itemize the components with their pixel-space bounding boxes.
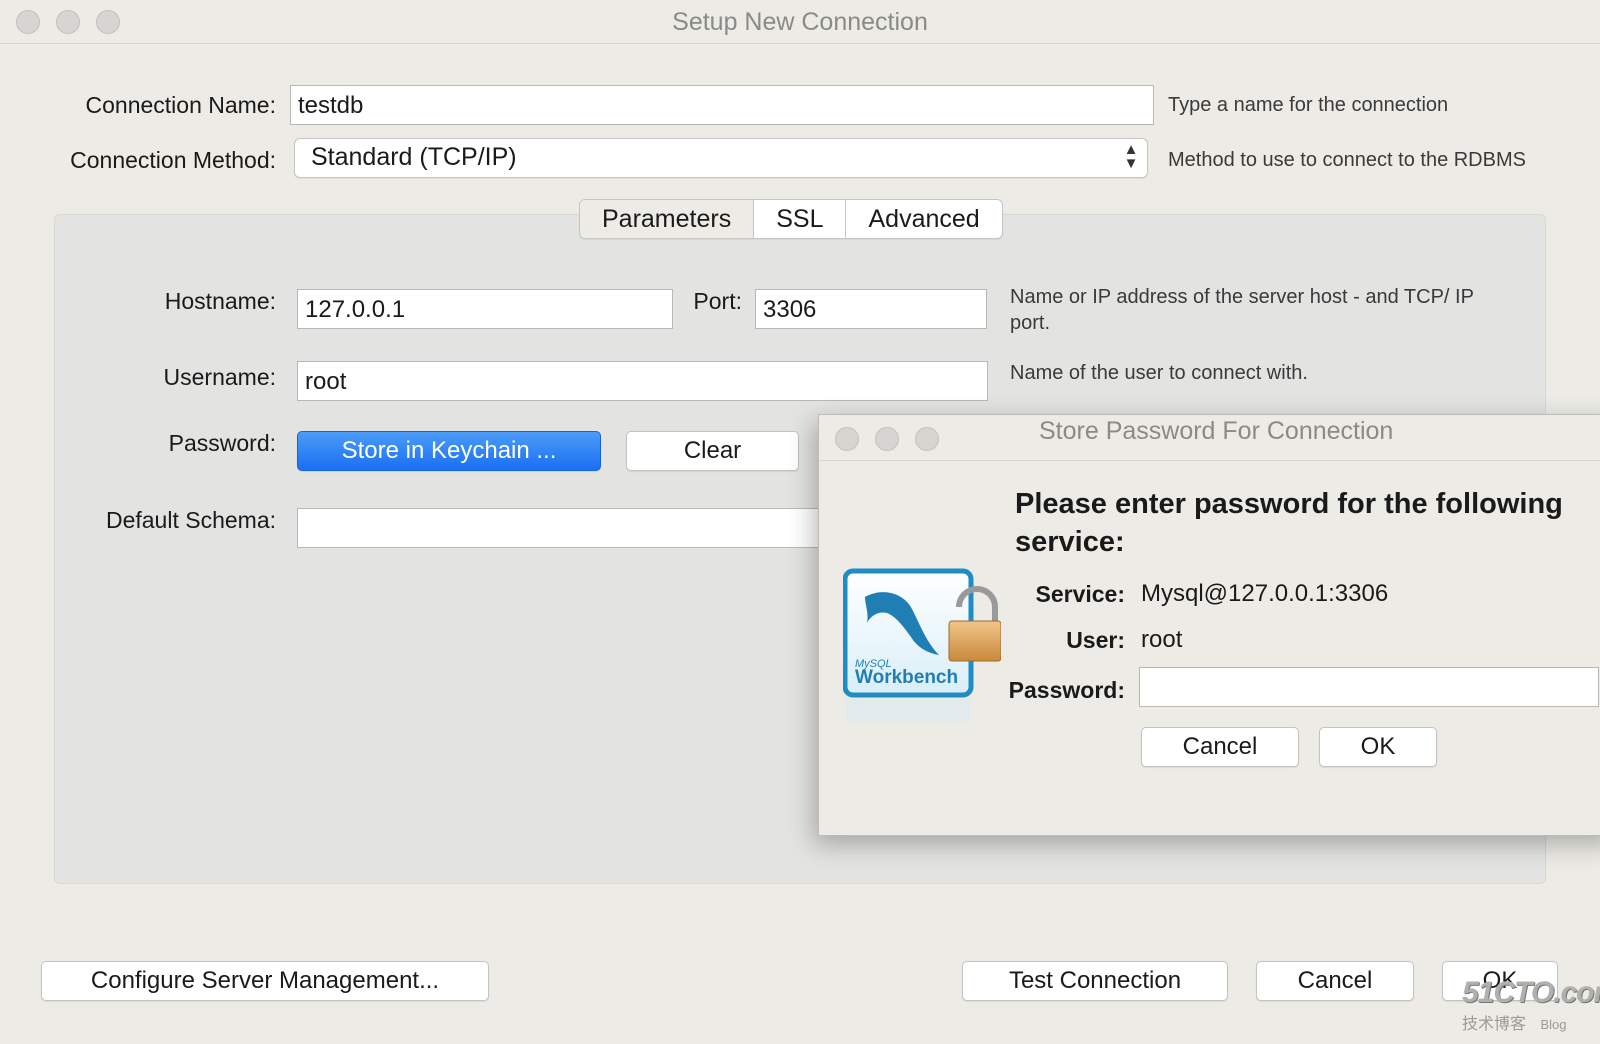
- watermark-tag: Blog: [1540, 1017, 1567, 1032]
- watermark-sub-row: 技术博客 Blog: [1462, 1010, 1600, 1034]
- username-hint: Name of the user to connect with.: [1010, 362, 1308, 384]
- service-label: Service:: [1035, 581, 1125, 607]
- tab-ssl[interactable]: SSL: [753, 200, 845, 238]
- connection-method-value: Standard (TCP/IP): [311, 143, 517, 171]
- connection-name-label: Connection Name:: [85, 92, 277, 118]
- dialog-titlebar: Store Password For Connection: [819, 415, 1600, 461]
- dialog-title: Store Password For Connection: [1039, 417, 1394, 445]
- dialog-ok-button[interactable]: OK: [1319, 727, 1437, 767]
- port-label: Port:: [693, 288, 742, 314]
- port-input[interactable]: 3306: [755, 289, 987, 329]
- hostname-label: Hostname:: [164, 288, 276, 314]
- tab-bar: Parameters SSL Advanced: [579, 199, 1003, 239]
- tab-advanced[interactable]: Advanced: [845, 200, 1001, 238]
- connection-method-label: Connection Method:: [70, 147, 276, 173]
- store-password-dialog: Store Password For Connection MySQL Work…: [818, 414, 1600, 836]
- user-label: User:: [1066, 627, 1125, 653]
- user-value: root: [1141, 626, 1183, 653]
- username-input[interactable]: root: [297, 361, 988, 401]
- default-schema-label: Default Schema:: [105, 507, 276, 533]
- dialog-heading: Please enter password for the following …: [1015, 488, 1563, 558]
- dialog-password-label: Password:: [1008, 677, 1125, 703]
- configure-server-management-button[interactable]: Configure Server Management...: [41, 961, 489, 1001]
- connection-method-select[interactable]: Standard (TCP/IP) ▲ ▼: [294, 138, 1148, 178]
- watermark: 51CTO.com 技术博客 Blog: [1462, 976, 1600, 1034]
- username-label: Username:: [163, 364, 276, 390]
- service-value: Mysql@127.0.0.1:3306: [1141, 580, 1389, 607]
- up-down-chevron-icon: ▲ ▼: [1123, 141, 1139, 172]
- connection-method-hint: Method to use to connect to the RDBMS: [1168, 149, 1526, 171]
- default-schema-input[interactable]: [297, 508, 837, 548]
- connection-name-input[interactable]: testdb: [290, 85, 1154, 125]
- watermark-site: 51CTO.com: [1462, 976, 1600, 1009]
- test-connection-button[interactable]: Test Connection: [962, 961, 1228, 1001]
- dialog-cancel-button[interactable]: Cancel: [1141, 727, 1299, 767]
- tab-parameters[interactable]: Parameters: [580, 200, 754, 238]
- password-label: Password:: [168, 430, 276, 456]
- host-port-hint: Name or IP address of the server host - …: [1010, 286, 1474, 334]
- store-in-keychain-button[interactable]: Store in Keychain ...: [297, 431, 601, 471]
- dialog-password-input[interactable]: [1139, 667, 1599, 707]
- clear-password-button[interactable]: Clear: [626, 431, 799, 471]
- cancel-button[interactable]: Cancel: [1256, 961, 1414, 1001]
- window-title: Setup New Connection: [672, 8, 928, 36]
- hostname-input[interactable]: 127.0.0.1: [297, 289, 673, 329]
- watermark-sub: 技术博客: [1462, 1016, 1527, 1033]
- connection-name-hint: Type a name for the connection: [1168, 94, 1449, 116]
- window-titlebar: Setup New Connection: [0, 0, 1600, 44]
